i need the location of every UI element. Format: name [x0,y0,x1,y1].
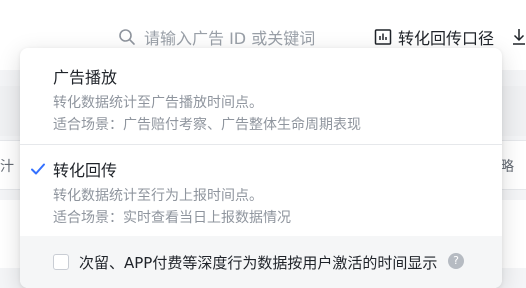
option-description: 转化数据统计至行为上报时间点。 [53,188,263,204]
bar-chart-icon [374,28,392,46]
activation-time-label[interactable]: 次留、APP付费等深度行为数据按用户激活的时间显示 [79,252,437,273]
option-scenario: 适合场景：广告赔付考察、广告整体生命周期表现 [53,117,361,133]
option-description: 转化数据统计至广告播放时间点。 [53,95,263,111]
search-icon [118,28,136,46]
help-icon[interactable]: ? [448,253,464,269]
option-ad-play[interactable]: 广告播放 转化数据统计至广告播放时间点。 适合场景：广告赔付考察、广告整体生命周… [20,48,502,144]
download-icon[interactable] [512,28,526,46]
column-text-left: 汁 [0,159,14,175]
option-scenario: 适合场景：实时查看当日上报数据情况 [53,210,291,226]
dropdown-footer: 次留、APP付费等深度行为数据按用户激活的时间显示 ? [20,236,502,288]
option-title: 转化回传 [53,161,118,180]
conversion-caliber-dropdown: 广告播放 转化数据统计至广告播放时间点。 适合场景：广告赔付考察、广告整体生命周… [20,48,502,288]
search-placeholder[interactable]: 请输入广告 ID 或关键词 [144,25,315,49]
search-box[interactable]: 请输入广告 ID 或关键词 [118,24,315,50]
option-title: 广告播放 [53,68,118,87]
conversion-caliber-button[interactable]: 转化回传口径 [374,24,494,50]
option-conversion-callback[interactable]: 转化回传 转化数据统计至行为上报时间点。 适合场景：实时查看当日上报数据情况 [20,145,502,235]
conversion-caliber-label: 转化回传口径 [398,29,495,48]
column-text-right: 略 [500,159,514,175]
checkmark-icon [30,161,46,177]
